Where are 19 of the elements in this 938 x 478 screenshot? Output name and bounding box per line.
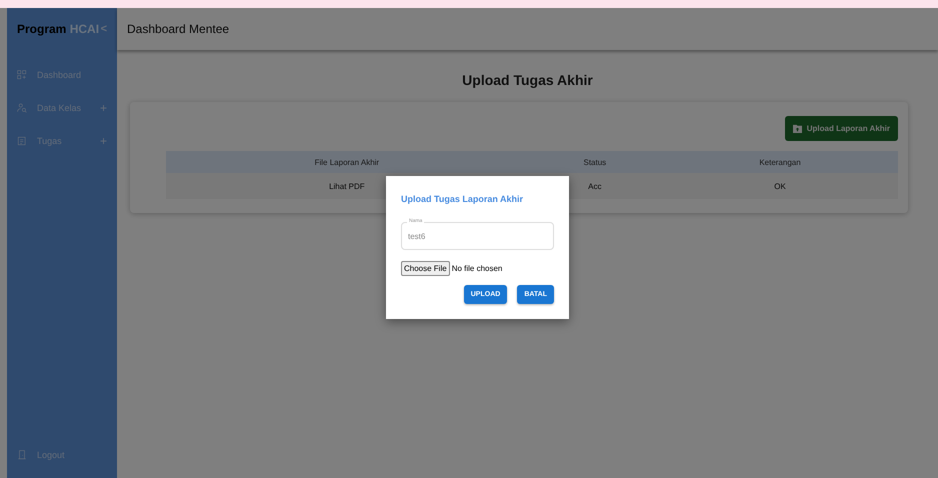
expand-icon[interactable]: +	[100, 101, 107, 115]
choose-file-button[interactable]: Choose File	[401, 261, 450, 276]
dashboard-icon	[17, 70, 27, 80]
file-status: No file chosen	[452, 264, 502, 273]
people-search-icon	[17, 103, 27, 113]
name-field[interactable]: test6	[401, 222, 554, 250]
column-header: File Laporan Akhir	[166, 151, 528, 173]
column-header: Status	[528, 151, 662, 173]
upload-report-button[interactable]: Upload Laporan Akhir	[784, 116, 898, 141]
folder-upload-icon	[792, 124, 802, 133]
column-header: Keterangan	[662, 151, 898, 173]
brand-title: Program HCAI	[17, 22, 100, 36]
door-icon	[17, 450, 27, 460]
header-title: Dashboard Mentee	[127, 22, 230, 36]
document-icon	[17, 136, 27, 146]
expand-icon[interactable]: +	[100, 134, 107, 148]
table-cell: OK	[662, 173, 898, 199]
collapse-button[interactable]: <	[100, 23, 107, 35]
page-title: Upload Tugas Akhir	[461, 72, 594, 88]
